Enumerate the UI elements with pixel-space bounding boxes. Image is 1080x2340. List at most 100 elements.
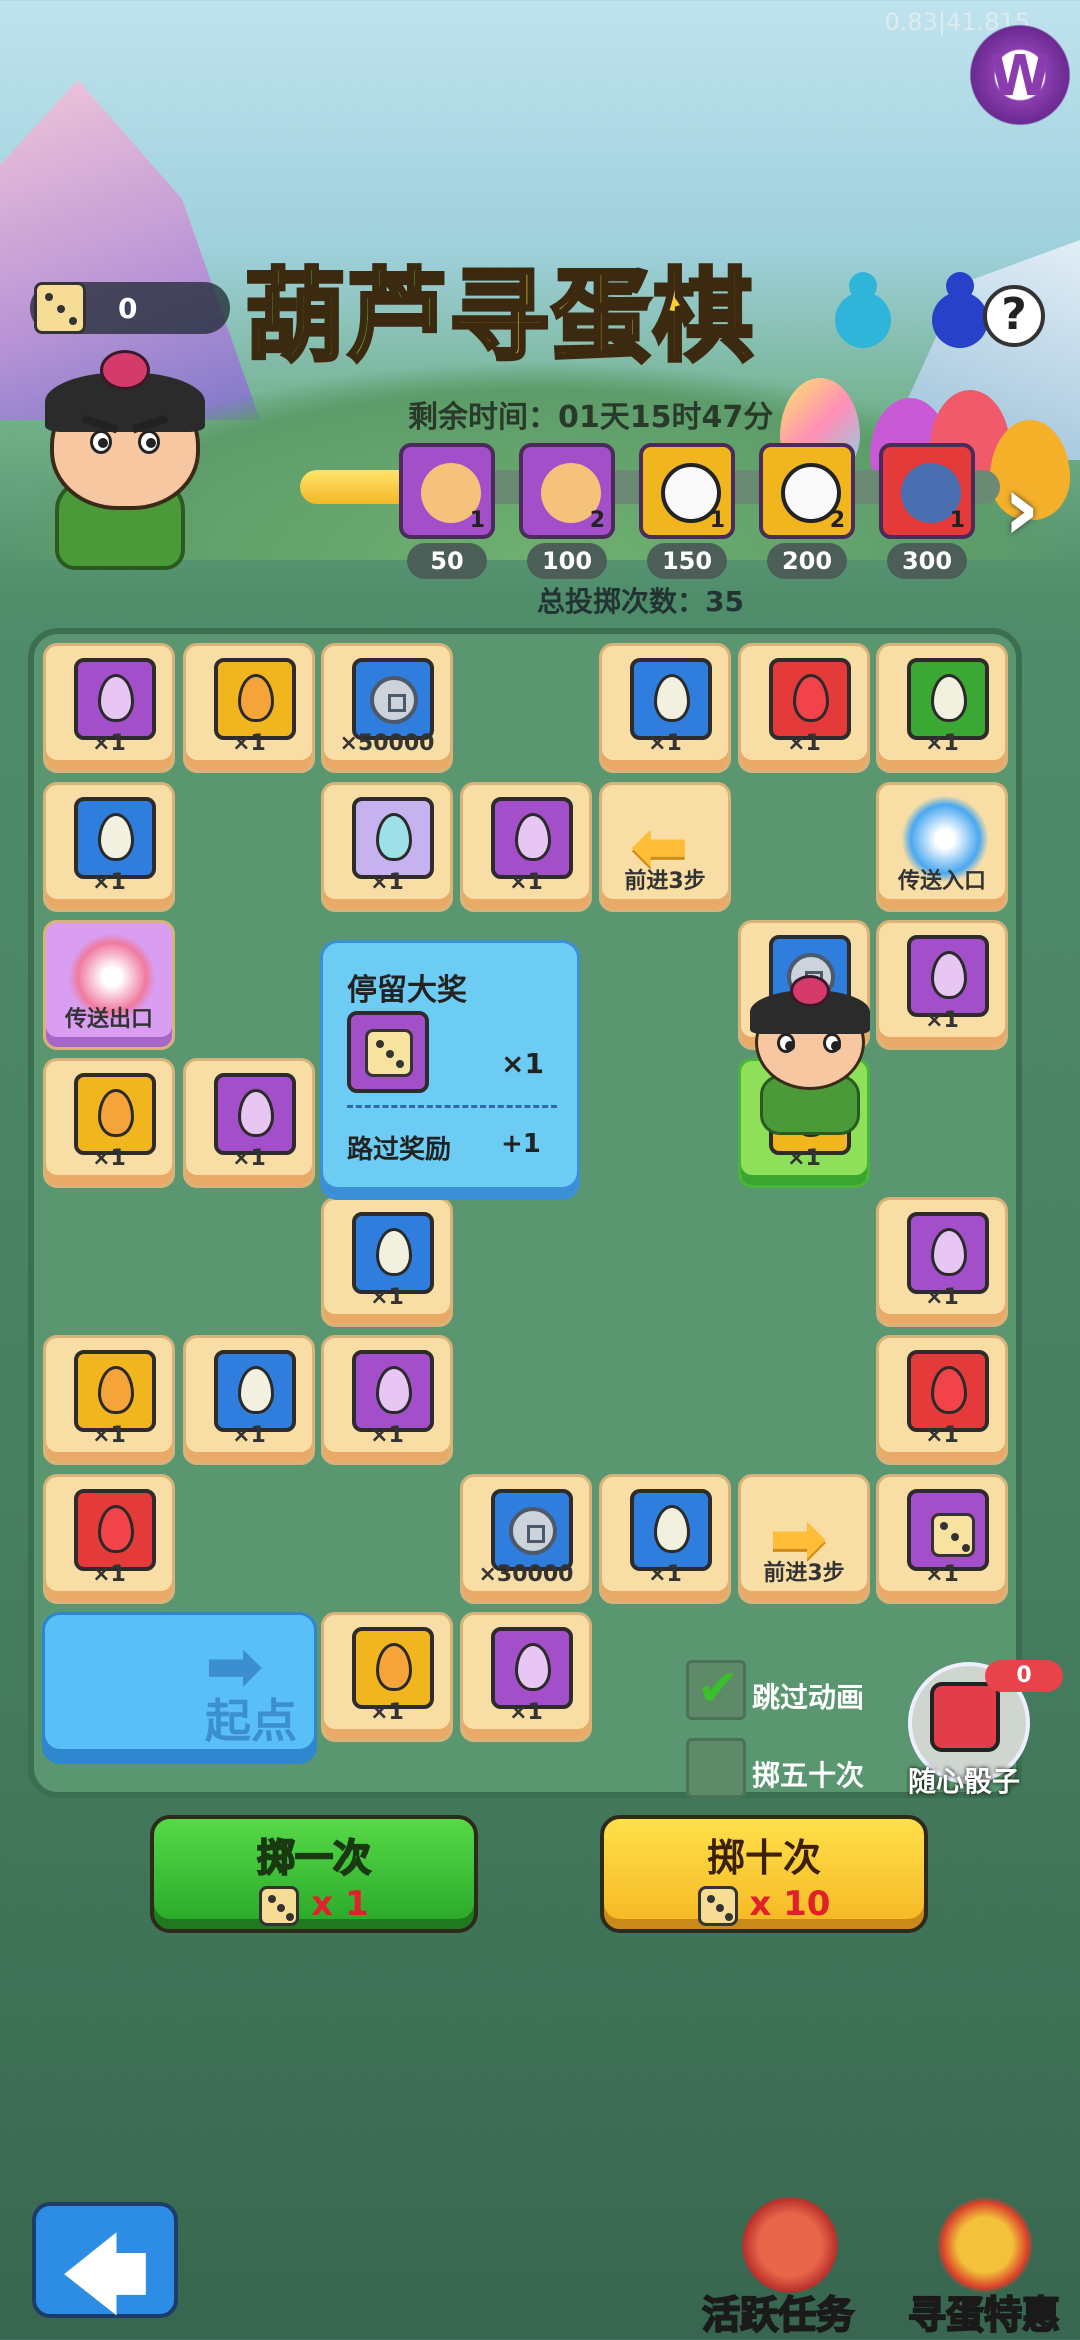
- egg-item: [214, 1073, 296, 1155]
- dice-icon: [34, 282, 86, 334]
- tile-label: ×1: [509, 1700, 543, 1725]
- dice-icon: [931, 1513, 975, 1557]
- board-tile: ×1: [43, 1335, 175, 1465]
- tile-label: 前进3步: [624, 869, 706, 894]
- board-tile: ×1: [876, 1197, 1008, 1327]
- board-tile: ⬅ 前进3步: [599, 782, 731, 912]
- egg-icon: [98, 1366, 134, 1414]
- dice-item: [907, 1489, 989, 1571]
- tile-label: ×1: [925, 1285, 959, 1310]
- dice-icon: [259, 1885, 300, 1926]
- egg-icon: [931, 1228, 967, 1276]
- egg-icon: [654, 1505, 690, 1553]
- dice-count: 0: [118, 292, 138, 325]
- egg-item: [907, 935, 989, 1017]
- egg-item: [491, 797, 573, 879]
- next-arrow-icon[interactable]: ›: [1003, 456, 1040, 561]
- egg-item: [74, 658, 156, 740]
- board-tile: ×30000: [460, 1474, 592, 1604]
- pass-reward-value: +1: [501, 1129, 541, 1159]
- start-tile: ➡ 起点: [42, 1612, 317, 1764]
- egg-icon: [515, 813, 551, 861]
- egg-icon: [931, 1366, 967, 1414]
- egg-icon: [793, 674, 829, 722]
- board-tile: 传送出口: [43, 920, 175, 1050]
- egg-deals-label[interactable]: 寻蛋特惠: [907, 2284, 1061, 2339]
- tile-label: ×1: [232, 1146, 266, 1171]
- player-token: [735, 975, 885, 1145]
- game-title: 葫芦寻蛋棋: [243, 256, 755, 377]
- gourd-icon: [835, 268, 891, 348]
- board-tile: ×1: [321, 1335, 453, 1465]
- board-tile: 传送入口: [876, 782, 1008, 912]
- egg-icon: [98, 1505, 134, 1553]
- reward-milestone[interactable]: 1 150: [639, 443, 735, 579]
- total-rolls: 总投掷次数：35: [537, 585, 744, 618]
- roll-ten-button[interactable]: 掷十次 x 10: [600, 1815, 928, 1933]
- tile-label: 前进3步: [763, 1561, 845, 1586]
- board-tile: ×1: [183, 643, 315, 773]
- egg-item: [630, 1489, 712, 1571]
- w-logo-icon[interactable]: W: [960, 20, 1080, 130]
- board-tile: ×1: [599, 643, 731, 773]
- tile-label: ×1: [370, 1423, 404, 1448]
- egg-item: [74, 1073, 156, 1155]
- board-tile: ×1: [321, 1197, 453, 1327]
- egg-item: [352, 1627, 434, 1709]
- board-tile: ×1: [460, 1612, 592, 1742]
- board-tile: ×1: [43, 782, 175, 912]
- roll-once-cost: x 1: [311, 1884, 369, 1924]
- egg-icon: [515, 1643, 551, 1691]
- roll-fifty-checkbox[interactable]: [686, 1738, 746, 1798]
- roll-fifty-label: 掷五十次: [752, 1759, 865, 1792]
- tile-label: ×1: [925, 1008, 959, 1033]
- roll-once-label: 掷一次: [256, 1835, 372, 1881]
- egg-item: [352, 797, 434, 879]
- dice-icon: [697, 1885, 738, 1926]
- egg-icon: [98, 1089, 134, 1137]
- active-tasks-icon[interactable]: [730, 2195, 850, 2295]
- egg-icon: [376, 1366, 412, 1414]
- egg-icon: [376, 813, 412, 861]
- back-arrow-icon: 🡄: [62, 2226, 149, 2324]
- tile-label: ×1: [925, 1423, 959, 1448]
- reward-milestone[interactable]: 2 200: [759, 443, 855, 579]
- egg-item: [74, 1489, 156, 1571]
- board-tile: ×1: [183, 1058, 315, 1188]
- egg-icon: [931, 951, 967, 999]
- pass-reward-label: 路过奖励: [347, 1135, 452, 1165]
- egg-icon: [654, 674, 690, 722]
- reward-milestone[interactable]: 1 50: [399, 443, 495, 579]
- skip-animation-checkbox[interactable]: [686, 1659, 746, 1720]
- board-tile: ➡ 前进3步: [738, 1474, 870, 1604]
- board-tile: ×1: [876, 1335, 1008, 1465]
- tile-label: ×1: [648, 1562, 682, 1587]
- help-button[interactable]: ?: [983, 285, 1045, 347]
- board-tile: ×1: [183, 1335, 315, 1465]
- tile-label: ×1: [92, 1562, 126, 1587]
- egg-icon: [376, 1228, 412, 1276]
- egg-item: [352, 1212, 434, 1294]
- board-tile: ×1: [43, 643, 175, 773]
- egg-item: [907, 658, 989, 740]
- dice-counter: 0: [30, 282, 230, 334]
- active-tasks-label[interactable]: 活跃任务: [701, 2284, 855, 2339]
- back-button[interactable]: 🡄: [32, 2202, 178, 2324]
- gourd-icon: [932, 268, 988, 348]
- tile-label: ×1: [370, 1285, 404, 1310]
- tile-label: 传送入口: [897, 869, 986, 894]
- board-tile: ×1: [876, 643, 1008, 773]
- board-tile: ×1: [599, 1474, 731, 1604]
- egg-icon: [931, 674, 967, 722]
- tile-label: ×1: [509, 870, 543, 895]
- reward-milestone[interactable]: 1 300: [879, 443, 975, 579]
- tile-label: ×30000: [478, 1562, 574, 1587]
- reward-milestone[interactable]: 2 100: [519, 443, 615, 579]
- roll-once-button[interactable]: 掷一次 x 1: [150, 1815, 478, 1933]
- tile-label: ×1: [787, 731, 821, 756]
- roll-ten-cost: x 10: [749, 1884, 831, 1924]
- tile-label: ×1: [370, 870, 404, 895]
- tile-label: ×1: [92, 870, 126, 895]
- egg-deals-icon[interactable]: [925, 2195, 1045, 2295]
- board-tile: ×1: [321, 1612, 453, 1742]
